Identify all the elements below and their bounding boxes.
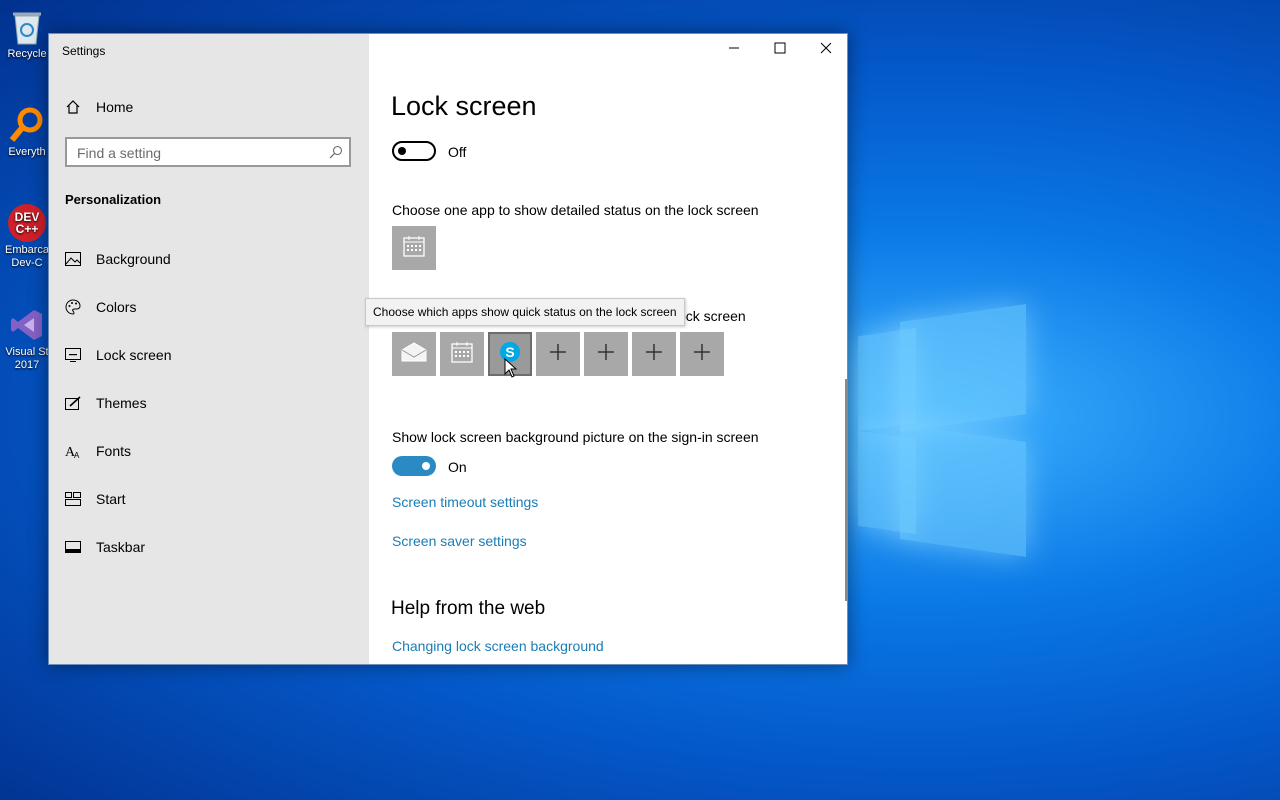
help-link-lock-screen-background[interactable]: Changing lock screen background (392, 638, 604, 654)
quick-status-add-button[interactable] (536, 332, 580, 376)
scrollbar[interactable] (845, 379, 847, 601)
quick-status-tooltip: Choose which apps show quick status on t… (365, 298, 685, 326)
sidebar-item-label: Colors (96, 299, 137, 315)
lock-screen-toggle[interactable] (392, 141, 436, 161)
search-input[interactable] (67, 139, 329, 167)
sidebar-item-lock-screen[interactable]: Lock screen (64, 343, 171, 367)
toggle-state-label: Off (448, 144, 467, 160)
help-section-title: Help from the web (391, 598, 546, 619)
fonts-icon: AA (64, 442, 82, 460)
mail-icon (401, 341, 427, 367)
close-button[interactable] (803, 34, 849, 66)
desktop-icon-dev-cpp[interactable]: DEV C++ Embarca Dev-C (2, 204, 52, 270)
calendar-icon (451, 341, 473, 368)
nav-home[interactable]: Home (64, 95, 133, 119)
desktop-icon-everything[interactable]: Everyth (2, 106, 52, 159)
palette-icon (64, 298, 82, 316)
sidebar-item-label: Start (96, 491, 126, 507)
quick-status-label-tail: ock screen (678, 308, 746, 324)
section-heading: Personalization (65, 192, 162, 207)
desktop-icon-label: Everyth (8, 146, 46, 158)
quick-status-add-button[interactable] (632, 332, 676, 376)
window-title: Settings (62, 44, 106, 58)
sidebar-item-label: Taskbar (96, 539, 146, 555)
detailed-status-app-button[interactable] (392, 226, 436, 270)
search-box[interactable] (65, 137, 351, 167)
themes-icon (64, 394, 82, 412)
lock-screen-icon (64, 346, 82, 364)
sidebar-item-themes[interactable]: Themes (64, 391, 147, 415)
sidebar-item-taskbar[interactable]: Taskbar (64, 535, 145, 559)
page-title: Lock screen (391, 91, 537, 121)
sidebar-item-label: Background (96, 251, 171, 267)
screen-saver-link[interactable]: Screen saver settings (392, 533, 527, 549)
search-icon[interactable] (329, 145, 343, 164)
quick-status-add-button[interactable] (584, 332, 628, 376)
dev-cpp-icon: DEV C++ (8, 204, 46, 242)
picture-icon (64, 250, 82, 268)
mouse-cursor-icon (504, 357, 518, 383)
signin-background-label: Show lock screen background picture on t… (392, 429, 759, 445)
close-icon (820, 41, 832, 59)
plus-icon (597, 343, 615, 366)
screen-timeout-link[interactable]: Screen timeout settings (392, 494, 538, 510)
sidebar-item-start[interactable]: Start (64, 487, 126, 511)
sidebar-item-fonts[interactable]: AA Fonts (64, 439, 131, 463)
desktop-icon-label: Visual St 2017 (5, 346, 49, 371)
maximize-icon (774, 41, 786, 59)
taskbar-icon (64, 538, 82, 556)
visual-studio-icon (8, 306, 46, 344)
svg-text:A: A (74, 451, 80, 459)
sidebar-item-background[interactable]: Background (64, 247, 171, 271)
windows-logo-wallpaper (820, 304, 1030, 557)
quick-status-app-mail[interactable] (392, 332, 436, 376)
sidebar-item-label: Fonts (96, 443, 132, 459)
signin-background-toggle[interactable] (392, 456, 436, 476)
desktop-icon-label: Recycle (7, 48, 47, 60)
start-icon (64, 490, 82, 508)
recycle-bin-icon (8, 8, 46, 46)
main-content: Lock screen Off Choose one app to show d… (369, 34, 847, 664)
desktop-icon-recycle-bin[interactable]: Recycle (2, 8, 52, 61)
calendar-icon (403, 235, 425, 262)
minimize-icon (728, 41, 740, 59)
sidebar-item-label: Lock screen (96, 347, 172, 363)
sidebar: Settings Home Personalization Background (49, 34, 369, 664)
maximize-button[interactable] (757, 34, 803, 66)
home-icon (64, 98, 82, 116)
desktop-icon-visual-studio[interactable]: Visual St 2017 (2, 306, 52, 372)
sidebar-item-label: Themes (96, 395, 147, 411)
magnifier-icon (8, 106, 46, 144)
desktop-icon-label: Embarca Dev-C (4, 244, 50, 269)
plus-icon (549, 343, 567, 366)
nav-home-label: Home (96, 99, 134, 115)
quick-status-add-button[interactable] (680, 332, 724, 376)
detailed-status-label: Choose one app to show detailed status o… (392, 202, 759, 218)
minimize-button[interactable] (711, 34, 757, 66)
settings-window: Settings Home Personalization Background (48, 33, 848, 665)
quick-status-app-calendar[interactable] (440, 332, 484, 376)
plus-icon (693, 343, 711, 366)
toggle-state-label: On (448, 459, 467, 475)
sidebar-item-colors[interactable]: Colors (64, 295, 136, 319)
plus-icon (645, 343, 663, 366)
